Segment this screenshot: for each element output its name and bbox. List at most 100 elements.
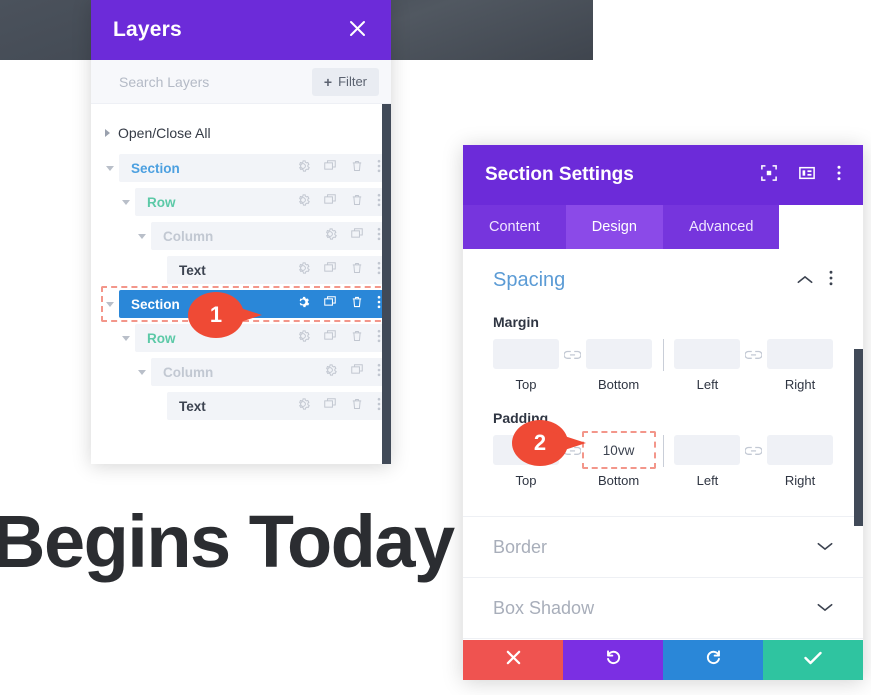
chevron-right-icon [105, 129, 110, 137]
more-vertical-icon[interactable] [829, 270, 833, 291]
link-icon[interactable] [559, 350, 586, 381]
layer-pill[interactable]: Row [135, 324, 391, 352]
gear-icon[interactable] [296, 329, 310, 348]
duplicate-icon[interactable] [350, 363, 364, 382]
padding-bottom-field: Bottom [581, 431, 656, 488]
duplicate-icon[interactable] [323, 193, 337, 212]
more-vertical-icon[interactable] [377, 329, 381, 348]
settings-scrollbar[interactable] [854, 349, 863, 526]
table-row[interactable]: Text [91, 392, 391, 420]
margin-top-input[interactable] [493, 339, 559, 369]
layer-caret[interactable] [117, 199, 135, 205]
trash-icon[interactable] [350, 261, 364, 280]
settings-body: Spacing Margin Top Bottom Left Right Pad… [463, 249, 863, 640]
chevron-down-icon [817, 538, 833, 556]
layer-pill[interactable]: Row [135, 188, 391, 216]
duplicate-icon[interactable] [323, 397, 337, 416]
layer-pill[interactable]: Text [167, 392, 391, 420]
more-vertical-icon[interactable] [377, 397, 381, 416]
duplicate-icon[interactable] [350, 227, 364, 246]
layer-caret[interactable] [101, 165, 119, 171]
chevron-up-icon[interactable] [797, 272, 813, 290]
trash-icon[interactable] [350, 159, 364, 178]
padding-right-input[interactable] [767, 435, 834, 465]
padding-bottom-input[interactable] [585, 435, 652, 465]
trash-icon[interactable] [350, 295, 364, 314]
layer-pill[interactable]: Column [151, 358, 391, 386]
padding-left-input[interactable] [674, 435, 741, 465]
gear-icon[interactable] [296, 261, 310, 280]
layer-pill[interactable]: Column [151, 222, 391, 250]
table-row[interactable]: Section [91, 154, 391, 182]
layers-panel-title: Layers [113, 18, 182, 41]
layout-panel-icon[interactable] [799, 165, 815, 186]
close-icon[interactable] [345, 19, 369, 41]
tab-advanced[interactable]: Advanced [662, 205, 780, 249]
duplicate-icon[interactable] [323, 329, 337, 348]
layer-pill[interactable]: Text [167, 256, 391, 284]
gear-icon[interactable] [296, 397, 310, 416]
redo-button[interactable] [663, 640, 763, 680]
gear-icon[interactable] [296, 159, 310, 178]
trash-icon[interactable] [350, 397, 364, 416]
more-vertical-icon[interactable] [377, 295, 381, 314]
more-vertical-icon[interactable] [377, 261, 381, 280]
table-row[interactable]: Column [91, 358, 391, 386]
margin-label: Margin [493, 314, 539, 330]
expand-icon[interactable] [761, 164, 777, 186]
table-row[interactable]: Row [91, 324, 391, 352]
layer-caret[interactable] [133, 233, 151, 239]
gear-icon[interactable] [323, 227, 337, 246]
layer-pill[interactable]: Section [119, 290, 391, 318]
layer-label: Text [179, 262, 206, 278]
more-vertical-icon[interactable] [377, 227, 381, 246]
margin-top-caption: Top [515, 377, 537, 392]
accordion-label: Border [493, 536, 548, 557]
tab-content[interactable]: Content [463, 205, 566, 249]
save-button[interactable] [763, 640, 863, 680]
trash-icon[interactable] [350, 193, 364, 212]
duplicate-icon[interactable] [323, 159, 337, 178]
margin-left-input[interactable] [674, 339, 741, 369]
layers-scrollbar[interactable] [382, 104, 391, 464]
layer-caret[interactable] [133, 369, 151, 375]
more-vertical-icon[interactable] [837, 165, 841, 186]
layer-caret[interactable] [117, 335, 135, 341]
duplicate-icon[interactable] [323, 295, 337, 314]
table-row[interactable]: Row [91, 188, 391, 216]
spacing-section: Spacing Margin Top Bottom Left Right Pad… [463, 249, 863, 494]
search-input[interactable] [119, 73, 299, 90]
cancel-button[interactable] [463, 640, 563, 680]
more-vertical-icon[interactable] [377, 363, 381, 382]
margin-right-input[interactable] [767, 339, 834, 369]
tab-design[interactable]: Design [565, 205, 663, 249]
section-settings-panel: Section Settings Content Design Advanced… [463, 145, 863, 680]
more-vertical-icon[interactable] [377, 193, 381, 212]
margin-fields: Top Bottom Left Right [493, 339, 834, 392]
margin-top-wrap: Top [493, 339, 559, 392]
link-icon[interactable] [740, 446, 767, 477]
link-icon[interactable] [559, 446, 586, 477]
gear-icon[interactable] [323, 363, 337, 382]
undo-button[interactable] [563, 640, 663, 680]
layer-row-section-selected[interactable]: Section [91, 286, 391, 322]
padding-top-input[interactable] [493, 435, 559, 465]
divider [662, 435, 664, 467]
open-close-all-toggle[interactable]: Open/Close All [91, 118, 391, 148]
filter-button-label: Filter [338, 74, 367, 89]
layer-pill[interactable]: Section [119, 154, 391, 182]
link-icon[interactable] [740, 350, 767, 381]
gear-icon[interactable] [296, 295, 310, 314]
more-vertical-icon[interactable] [377, 159, 381, 178]
duplicate-icon[interactable] [323, 261, 337, 280]
table-row[interactable]: Column [91, 222, 391, 250]
accordion-box-shadow[interactable]: Box Shadow [463, 577, 863, 638]
trash-icon[interactable] [350, 329, 364, 348]
gear-icon[interactable] [296, 193, 310, 212]
layer-caret[interactable] [101, 301, 119, 307]
table-row[interactable]: Text [91, 256, 391, 284]
filter-button[interactable]: + Filter [311, 67, 379, 96]
margin-bottom-input[interactable] [585, 339, 652, 369]
accordion-border[interactable]: Border [463, 516, 863, 577]
spacing-header-actions [797, 270, 833, 291]
